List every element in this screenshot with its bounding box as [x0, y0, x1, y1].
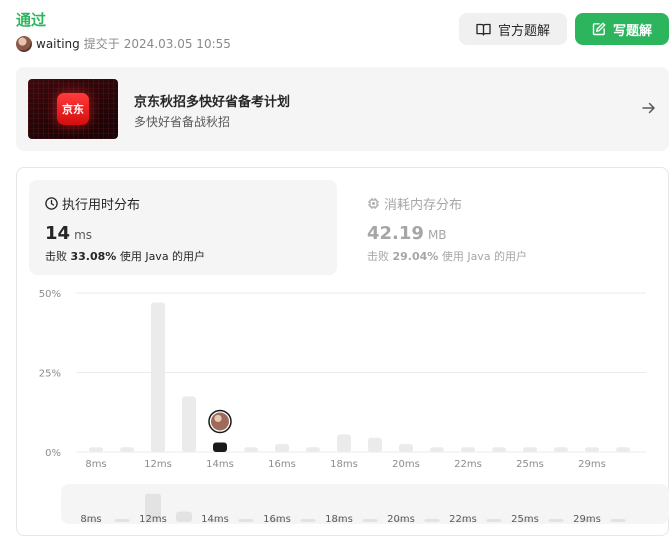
edit-icon	[592, 22, 606, 36]
runtime-beat-text: 击败 33.08% 使用 Java 的用户	[45, 250, 206, 263]
chart-bar[interactable]	[492, 447, 506, 452]
official-solution-label: 官方题解	[497, 23, 550, 39]
write-solution-button[interactable]: 写题解	[575, 13, 669, 45]
chart-bar[interactable]	[89, 447, 103, 452]
runtime-beat-percent: 33.08%	[70, 250, 117, 263]
write-solution-label: 写题解	[612, 23, 652, 39]
submitted-label: 提交于	[83, 37, 120, 51]
chart-range-navigator[interactable]	[61, 484, 669, 524]
avatar[interactable]	[16, 35, 32, 52]
memory-beat-percent: 29.04%	[392, 250, 439, 263]
memory-unit: MB	[427, 228, 447, 242]
chart-bar[interactable]	[244, 447, 258, 452]
username[interactable]: waiting	[36, 37, 80, 51]
promo-thumbnail: 京东	[28, 79, 118, 139]
tab-memory-distribution[interactable]: 消耗内存分布 42.19 MB 击败 29.04% 使用 Java 的用户	[351, 180, 659, 275]
chart-bar[interactable]	[554, 447, 568, 452]
memory-title: 消耗内存分布	[384, 198, 463, 213]
promo-subtitle: 多快好省备战秋招	[134, 115, 231, 129]
chart-bar[interactable]	[275, 444, 289, 452]
chart-bar[interactable]	[430, 447, 444, 452]
submitted-time: 2024.03.05 10:55	[123, 36, 231, 51]
chart-bar[interactable]	[306, 447, 320, 452]
chart-bar[interactable]	[461, 447, 475, 452]
chart-bar[interactable]	[182, 396, 196, 452]
chart-bar[interactable]	[368, 437, 382, 452]
jd-logo: 京东	[57, 93, 89, 125]
submission-meta: waiting 提交于 2024.03.05 10:55	[16, 35, 231, 52]
runtime-title: 执行用时分布	[62, 198, 141, 213]
tab-runtime-distribution[interactable]: 执行用时分布 14 ms 击败 33.08% 使用 Java 的用户	[29, 180, 337, 275]
arrow-right-icon[interactable]	[641, 100, 657, 116]
chart-bar[interactable]	[616, 447, 630, 452]
memory-value: 42.19	[367, 223, 424, 244]
submission-detail-page: 通过 waiting 提交于 2024.03.05 10:55 官方题解 写题解…	[0, 0, 669, 545]
chart-bar[interactable]	[120, 447, 134, 452]
chart-bar[interactable]	[151, 302, 165, 452]
runtime-unit: ms	[74, 228, 93, 242]
chip-icon	[368, 198, 379, 209]
memory-beat-text: 击败 29.04% 使用 Java 的用户	[367, 250, 528, 263]
clock-icon	[45, 197, 58, 210]
chart-bar[interactable]	[523, 447, 537, 452]
book-icon	[476, 23, 491, 36]
chart-bar-selected[interactable]	[213, 442, 227, 452]
chart-bar[interactable]	[399, 444, 413, 452]
status-accepted: 通过	[16, 11, 47, 29]
promo-title: 京东秋招多快好省备考计划	[134, 95, 291, 110]
chart-bar[interactable]	[585, 447, 599, 452]
promo-banner[interactable]: 京东 京东秋招多快好省备考计划 多快好省备战秋招	[16, 67, 669, 151]
runtime-value: 14	[45, 223, 71, 244]
official-solution-button[interactable]: 官方题解	[459, 13, 567, 45]
chart-bar[interactable]	[337, 434, 351, 452]
